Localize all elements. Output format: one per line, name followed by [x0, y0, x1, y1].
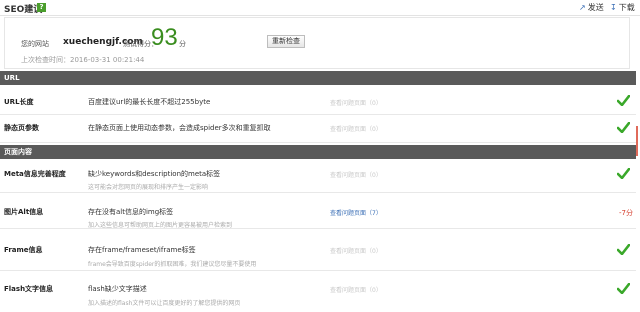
download-button[interactable]: ↧ 下载	[610, 2, 635, 13]
page-header: SEO建议 ? ↗ 发送 ↧ 下载	[0, 0, 640, 16]
scroll-indicator[interactable]	[636, 126, 638, 156]
view-issues-link[interactable]: 查看问题页面（0）	[330, 285, 382, 294]
row-name: Frame信息	[4, 246, 43, 254]
view-issues-link[interactable]: 查看问题页面（0）	[330, 124, 382, 133]
view-issues-link[interactable]: 查看问题页面（0）	[330, 170, 382, 179]
check-icon	[617, 244, 630, 255]
site-label: 您的网站	[21, 40, 49, 48]
row-subtext: 加入描述的flash文件可以让百度更好的了解您提供的网页	[88, 300, 241, 307]
row-desc: 存在没有alt信息的img标签	[88, 208, 174, 216]
download-icon: ↧	[610, 3, 617, 12]
score-value: 93	[151, 24, 178, 51]
row-name: Flash文字信息	[4, 285, 54, 293]
row-name: 静态页参数	[4, 124, 39, 132]
row-name: 图片Alt信息	[4, 208, 44, 216]
row-name: URL长度	[4, 98, 34, 106]
check-icon	[617, 168, 630, 179]
row-desc: 在静态页面上使用动态参数，会造成spider多次和重复抓取	[88, 124, 271, 132]
recheck-button[interactable]: 重新检查	[267, 35, 305, 48]
view-issues-link[interactable]: 查看问题页面（7）	[330, 208, 382, 217]
penalty-score: -7分	[619, 209, 633, 217]
row-desc: 缺少keywords和description的meta标签	[88, 170, 221, 178]
row-subtext: 这可能会对您网页的展现和排序产生一定影响	[88, 184, 209, 191]
download-label: 下载	[618, 3, 635, 12]
table-row: Meta信息完善程度 缺少keywords和description的meta标签…	[0, 159, 636, 193]
row-subtext: 加入这些信息可帮助网页上的图片更容易被用户检索到	[88, 222, 233, 229]
table-row: Frame信息 存在frame/frameset/iframe标签 frame会…	[0, 229, 636, 271]
table-row: URL长度 百度建议url的最长长度不超过255byte 查看问题页面（0）	[0, 85, 636, 115]
share-button[interactable]: ↗ 发送	[579, 2, 604, 13]
view-issues-link[interactable]: 查看问题页面（0）	[330, 98, 382, 107]
check-icon	[617, 283, 630, 294]
row-desc: 百度建议url的最长长度不超过255byte	[88, 98, 211, 106]
check-icon	[617, 122, 630, 133]
score-unit: 分	[179, 40, 186, 48]
table-row: Flash文字信息 flash缺少文字描述 加入描述的flash文件可以让百度更…	[0, 271, 636, 312]
header-divider	[0, 15, 640, 16]
share-label: 发送	[587, 3, 604, 12]
row-desc: 存在frame/frameset/iframe标签	[88, 246, 196, 254]
row-desc: flash缺少文字描述	[88, 285, 147, 293]
view-issues-link[interactable]: 查看问题页面（0）	[330, 246, 382, 255]
section-page-content: 页面内容	[0, 145, 636, 159]
table-row: 静态页参数 在静态页面上使用动态参数，会造成spider多次和重复抓取 查看问题…	[0, 115, 636, 143]
last-check-time: 上次检查时间：2016-03-31 00:21:44	[21, 56, 145, 64]
row-subtext: frame会导致百度spider的抓取困难，我们建议您尽量不要使用	[88, 261, 257, 268]
share-icon: ↗	[579, 3, 586, 12]
row-name: Meta信息完善程度	[4, 170, 66, 178]
check-icon	[617, 95, 630, 106]
help-badge[interactable]: ?	[37, 3, 46, 12]
table-row: 图片Alt信息 存在没有alt信息的img标签 加入这些信息可帮助网页上的图片更…	[0, 193, 636, 229]
section-url: URL	[0, 71, 636, 85]
score-summary: 您的网站 xuechengjf.com 测试得分： 93 分 重新检查 上次检查…	[4, 17, 630, 69]
